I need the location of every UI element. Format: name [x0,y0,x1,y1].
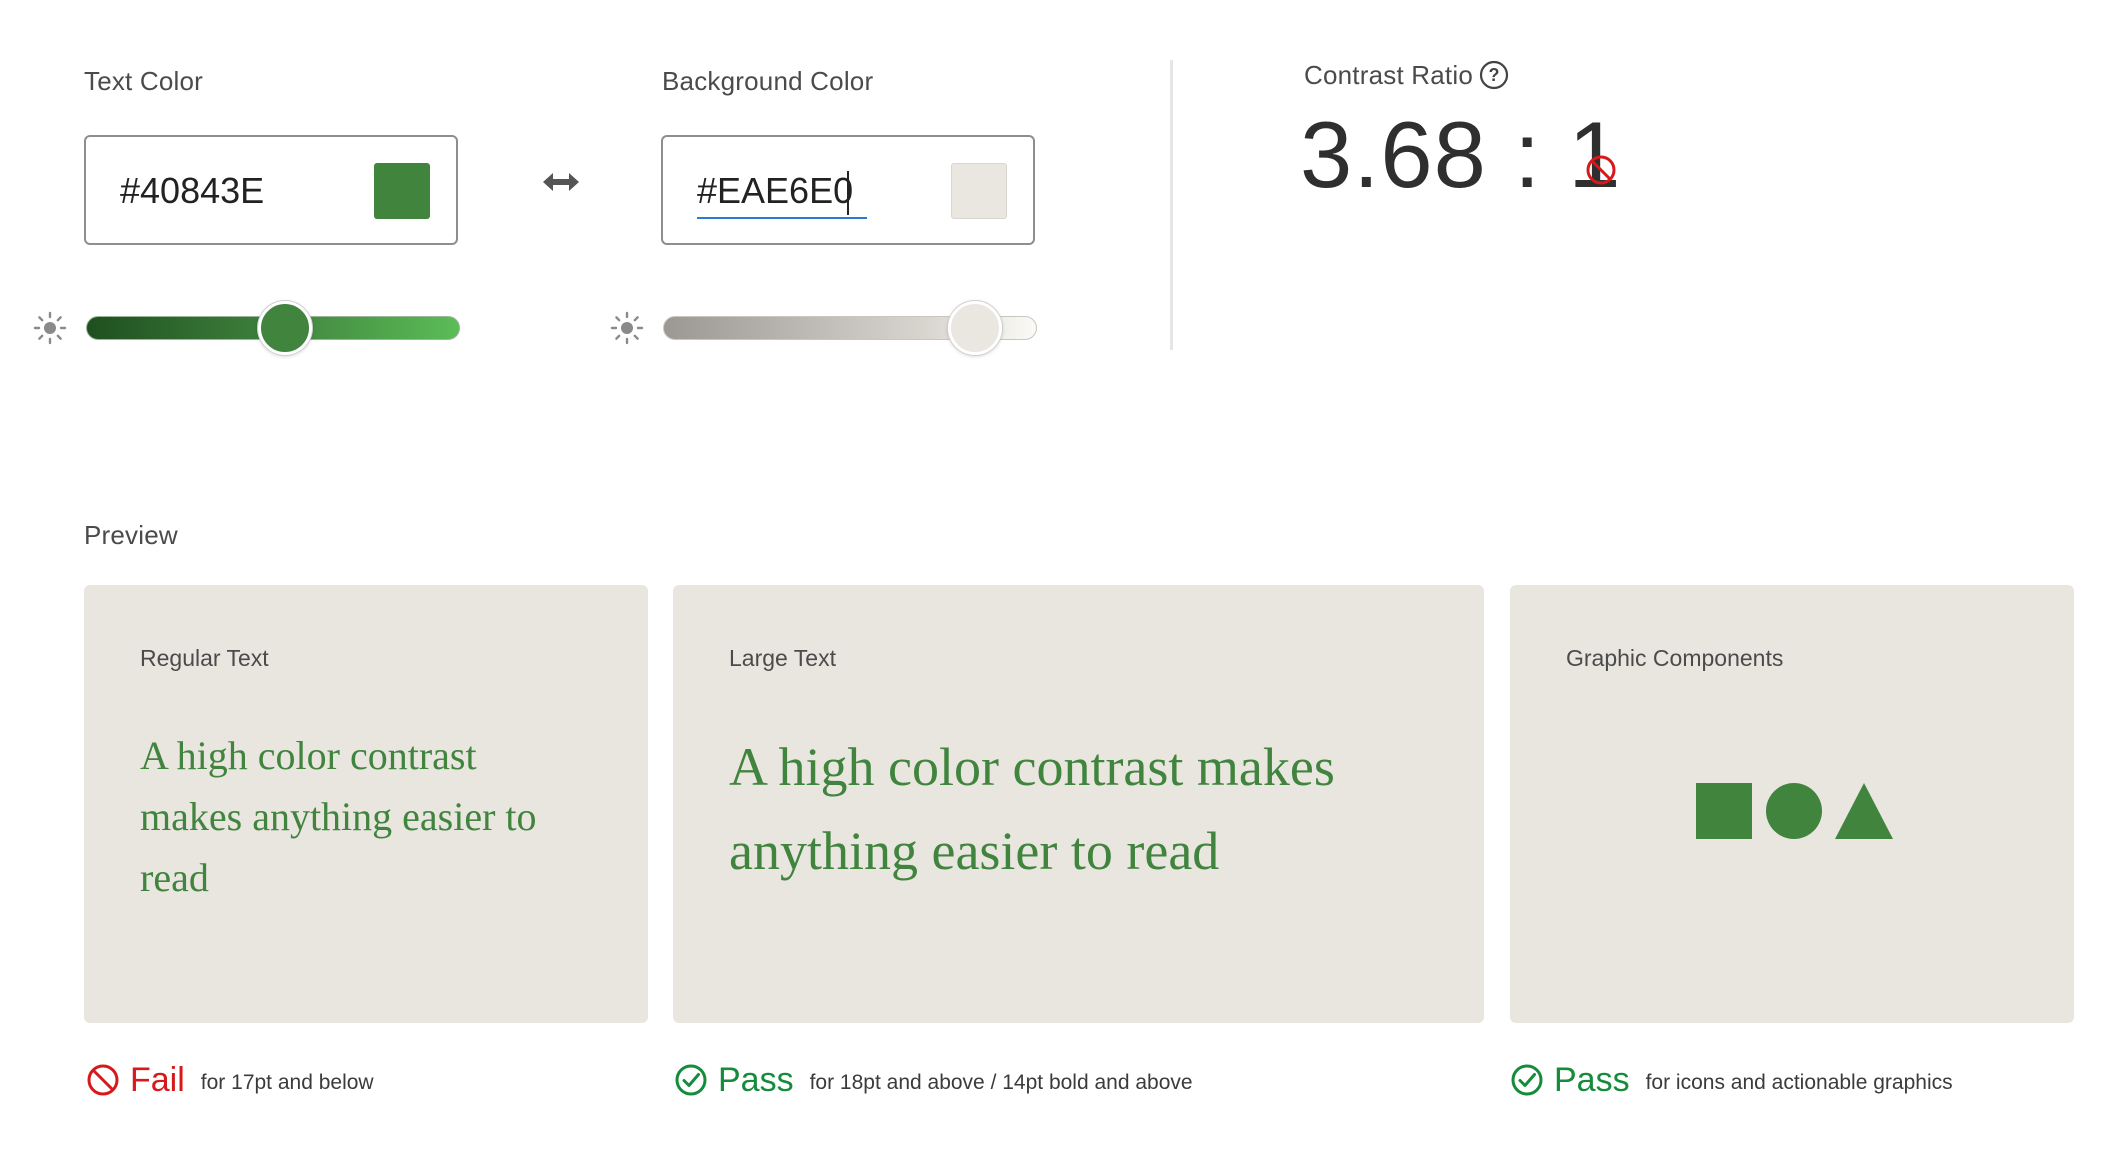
preview-label: Preview [84,520,178,550]
large-text-card: Large Text A high color contrast makes a… [673,585,1484,1023]
result-description: for icons and actionable graphics [1645,1071,1953,1094]
circle-shape [1766,783,1822,839]
background-color-label: Background Color [662,66,874,96]
contrast-checker: Text Color Background Color [0,0,2106,1164]
checkmark-circle-icon [675,1064,707,1096]
text-caret [847,171,849,215]
text-color-swatch[interactable] [374,163,430,219]
large-text-sample: A high color contrast makes anything eas… [729,737,1335,881]
card-title: Large Text [729,645,836,671]
brightness-icon [610,311,644,345]
contrast-ratio-label: Contrast Ratio [1304,60,1473,90]
card-title: Graphic Components [1566,645,1784,671]
contrast-ratio-value: 3.68 : 1 [1300,102,1622,207]
svg-text:?: ? [1489,65,1500,85]
checkmark-circle-icon [1511,1064,1543,1096]
result-status: Pass [718,1060,794,1099]
fail-circle-slash-icon [1586,155,1616,185]
text-color-label: Text Color [84,66,204,96]
background-color-field [661,135,1035,245]
section-divider [1170,60,1173,350]
text-color-field [84,135,458,245]
regular-text-result: Fail for 17pt and below [86,1058,374,1102]
swap-colors-icon[interactable] [541,168,581,196]
fail-circle-slash-icon [87,1064,119,1096]
background-color-swatch[interactable] [951,163,1007,219]
card-title: Regular Text [140,645,269,671]
graphic-components-result: Pass for icons and actionable graphics [1510,1058,1953,1102]
result-status: Pass [1554,1060,1630,1099]
result-status: Fail [130,1060,185,1099]
triangle-shape [1835,783,1893,839]
question-circle-icon[interactable]: ? [1479,60,1509,90]
result-description: for 17pt and below [200,1071,374,1094]
background-color-slider-thumb[interactable] [948,301,1002,355]
large-text-result: Pass for 18pt and above / 14pt bold and … [674,1058,1193,1102]
background-color-hex-input[interactable] [697,165,867,219]
regular-text-sample: A high color contrast makes anything eas… [140,733,537,900]
result-description: for 18pt and above / 14pt bold and above [809,1071,1193,1094]
text-color-slider-thumb[interactable] [258,301,312,355]
graphic-components-card: Graphic Components [1510,585,2074,1023]
text-color-hex-input[interactable] [120,165,300,217]
regular-text-card: Regular Text A high color contrast makes… [84,585,648,1023]
square-shape [1696,783,1752,839]
brightness-icon [33,311,67,345]
